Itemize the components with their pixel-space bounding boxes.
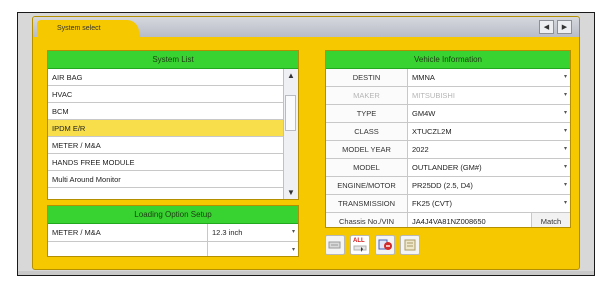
- vehicle-info-value: 2022: [412, 145, 429, 154]
- dropdown-arrow-icon[interactable]: ▾: [292, 242, 295, 256]
- vehicle-info-select[interactable]: FK25 (CVT) ▾: [408, 195, 570, 212]
- match-button[interactable]: Match: [531, 213, 570, 227]
- vehicle-info-label: DESTIN: [326, 69, 408, 86]
- vehicle-info-row: TRANSMISSION FK25 (CVT) ▾: [326, 195, 570, 213]
- vehicle-info-value: GM4W: [412, 109, 436, 118]
- vehicle-info-row: CLASS XTUCZL2M ▾: [326, 123, 570, 141]
- vehicle-info-label: TYPE: [326, 105, 408, 122]
- loading-option-item: [48, 242, 208, 256]
- system-list-header: System List: [48, 51, 298, 69]
- system-select-window: System select ◀ ▶ System List AIR BAG HVA…: [32, 16, 580, 270]
- vehicle-info-value: FK25 (CVT): [412, 199, 453, 208]
- vin-value[interactable]: JA4J4VA81NZ008650: [408, 213, 531, 227]
- scroll-up-arrow-icon[interactable]: ▲: [284, 69, 298, 83]
- loading-option-row: ▾: [48, 242, 298, 256]
- vehicle-info-row: MODEL OUTLANDER (GM#) ▾: [326, 159, 570, 177]
- dropdown-arrow-icon[interactable]: ▾: [292, 224, 295, 241]
- vehicle-info-row: TYPE GM4W ▾: [326, 105, 570, 123]
- system-list-panel: System List AIR BAG HVAC BCM IPDM E/R METER …: [47, 50, 299, 200]
- vehicle-info-label: MODEL YEAR: [326, 141, 408, 158]
- dropdown-arrow-icon[interactable]: ▾: [564, 141, 567, 158]
- vehicle-info-label: TRANSMISSION: [326, 195, 408, 212]
- vehicle-info-select[interactable]: 2022 ▾: [408, 141, 570, 158]
- system-list-item[interactable]: Multi Around Monitor: [48, 171, 284, 188]
- dropdown-arrow-icon[interactable]: ▾: [564, 105, 567, 122]
- loading-option-select[interactable]: 12.3 inch ▾: [208, 224, 298, 241]
- vehicle-info-header: Vehicle Information: [326, 51, 570, 69]
- screen-frame: System select ◀ ▶ System List AIR BAG HVA…: [17, 12, 595, 276]
- vehicle-info-select[interactable]: MMNA ▾: [408, 69, 570, 86]
- vehicle-info-label: CLASS: [326, 123, 408, 140]
- dropdown-arrow-icon[interactable]: ▾: [564, 177, 567, 194]
- vehicle-info-select[interactable]: PR25DD (2.5, D4) ▾: [408, 177, 570, 194]
- loading-option-panel: Loading Option Setup METER / M&A 12.3 inc…: [47, 205, 299, 257]
- vehicle-info-value: XTUCZL2M: [412, 127, 452, 136]
- vehicle-info-label: MAKER: [326, 87, 408, 104]
- vehicle-info-select[interactable]: XTUCZL2M ▾: [408, 123, 570, 140]
- system-list-rows: AIR BAG HVAC BCM IPDM E/R METER / M&A HANDS F…: [48, 69, 298, 188]
- window-title-tab[interactable]: System select: [37, 20, 139, 37]
- vehicle-info-row: ENGINE/MOTOR PR25DD (2.5, D4) ▾: [326, 177, 570, 195]
- vehicle-info-value: MMNA: [412, 73, 435, 82]
- vin-row: Chassis No./VIN JA4J4VA81NZ008650 Match: [326, 213, 570, 227]
- system-list-item[interactable]: AIR BAG: [48, 69, 284, 86]
- loading-option-header: Loading Option Setup: [48, 206, 298, 224]
- vehicle-info-value: PR25DD (2.5, D4): [412, 181, 473, 190]
- system-list-item[interactable]: METER / M&A: [48, 137, 284, 154]
- vehicle-info-value: OUTLANDER (GM#): [412, 163, 482, 172]
- system-list-item[interactable]: IPDM E/R: [48, 120, 284, 137]
- dropdown-arrow-icon[interactable]: ▾: [564, 123, 567, 140]
- vehicle-info-label: ENGINE/MOTOR: [326, 177, 408, 194]
- next-page-button[interactable]: ▶: [557, 20, 572, 34]
- scroll-thumb[interactable]: [285, 95, 296, 131]
- loading-option-item: METER / M&A: [48, 224, 208, 241]
- dropdown-arrow-icon[interactable]: ▾: [564, 69, 567, 86]
- loading-option-value: 12.3 inch: [212, 228, 243, 237]
- system-list-item[interactable]: HANDS FREE MODULE: [48, 154, 284, 171]
- prev-page-button[interactable]: ◀: [539, 20, 554, 34]
- loading-option-select[interactable]: ▾: [208, 242, 298, 256]
- vehicle-info-value: MITSUBISHI: [412, 91, 455, 100]
- vehicle-info-row: MAKER MITSUBISHI ▾: [326, 87, 570, 105]
- loading-option-row: METER / M&A 12.3 inch ▾: [48, 224, 298, 242]
- vehicle-info-row: DESTIN MMNA ▾: [326, 69, 570, 87]
- dropdown-arrow-icon: ▾: [563, 92, 567, 98]
- vehicle-info-rows: DESTIN MMNA ▾ MAKER MITSUBISHI ▾ TYPE GM4W ▾ CLAS…: [326, 69, 570, 213]
- vehicle-info-panel: Vehicle Information DESTIN MMNA ▾ MAKER MITS…: [325, 50, 571, 228]
- scroll-down-arrow-icon[interactable]: ▼: [284, 186, 298, 199]
- system-list-scrollbar[interactable]: ▲ ▼: [283, 69, 298, 199]
- system-list-item[interactable]: BCM: [48, 103, 284, 120]
- dropdown-arrow-icon[interactable]: ▾: [564, 195, 567, 212]
- dropdown-arrow-icon[interactable]: ▾: [564, 159, 567, 176]
- vehicle-info-row: MODEL YEAR 2022 ▾: [326, 141, 570, 159]
- screen-bottom-bar: [18, 271, 594, 275]
- clear-icon[interactable]: [325, 235, 345, 255]
- all-systems-icon[interactable]: ALL: [350, 235, 370, 255]
- vehicle-info-label: MODEL: [326, 159, 408, 176]
- vehicle-info-select: MITSUBISHI ▾: [408, 87, 570, 104]
- loading-option-rows: METER / M&A 12.3 inch ▾ ▾: [48, 224, 298, 256]
- vin-label: Chassis No./VIN: [326, 213, 408, 227]
- system-list-item[interactable]: HVAC: [48, 86, 284, 103]
- transfer-icon[interactable]: [375, 235, 395, 255]
- vehicle-info-select[interactable]: OUTLANDER (GM#) ▾: [408, 159, 570, 176]
- title-bar: System select ◀ ▶: [33, 17, 579, 37]
- document-icon[interactable]: [400, 235, 420, 255]
- vehicle-info-select[interactable]: GM4W ▾: [408, 105, 570, 122]
